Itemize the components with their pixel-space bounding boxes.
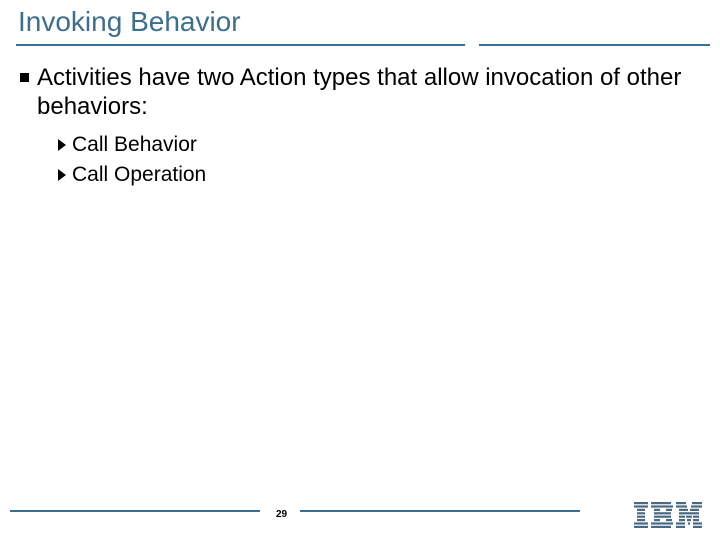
sub-list: Call Behavior Call Operation: [58, 132, 696, 189]
bullet-item: Activities have two Action types that al…: [20, 64, 696, 122]
slide-body: Activities have two Action types that al…: [20, 64, 696, 192]
sub-item-text: Call Operation: [72, 162, 206, 188]
slide: Invoking Behavior Activities have two Ac…: [0, 0, 720, 540]
footer-divider-right: [300, 510, 580, 512]
title-underline: [16, 44, 710, 46]
square-bullet-icon: [20, 73, 29, 82]
arrow-bullet-icon: [58, 139, 66, 151]
list-item: Call Behavior: [58, 132, 696, 158]
sub-item-text: Call Behavior: [72, 132, 197, 158]
list-item: Call Operation: [58, 162, 696, 188]
footer-divider-left: [10, 510, 260, 512]
slide-title: Invoking Behavior: [18, 6, 241, 38]
title-underline-gap: [465, 43, 479, 47]
ibm-logo-icon: [634, 502, 702, 528]
page-number: 29: [276, 509, 287, 520]
ibm-logo: [634, 502, 702, 528]
bullet-text: Activities have two Action types that al…: [37, 64, 696, 122]
arrow-bullet-icon: [58, 169, 66, 181]
